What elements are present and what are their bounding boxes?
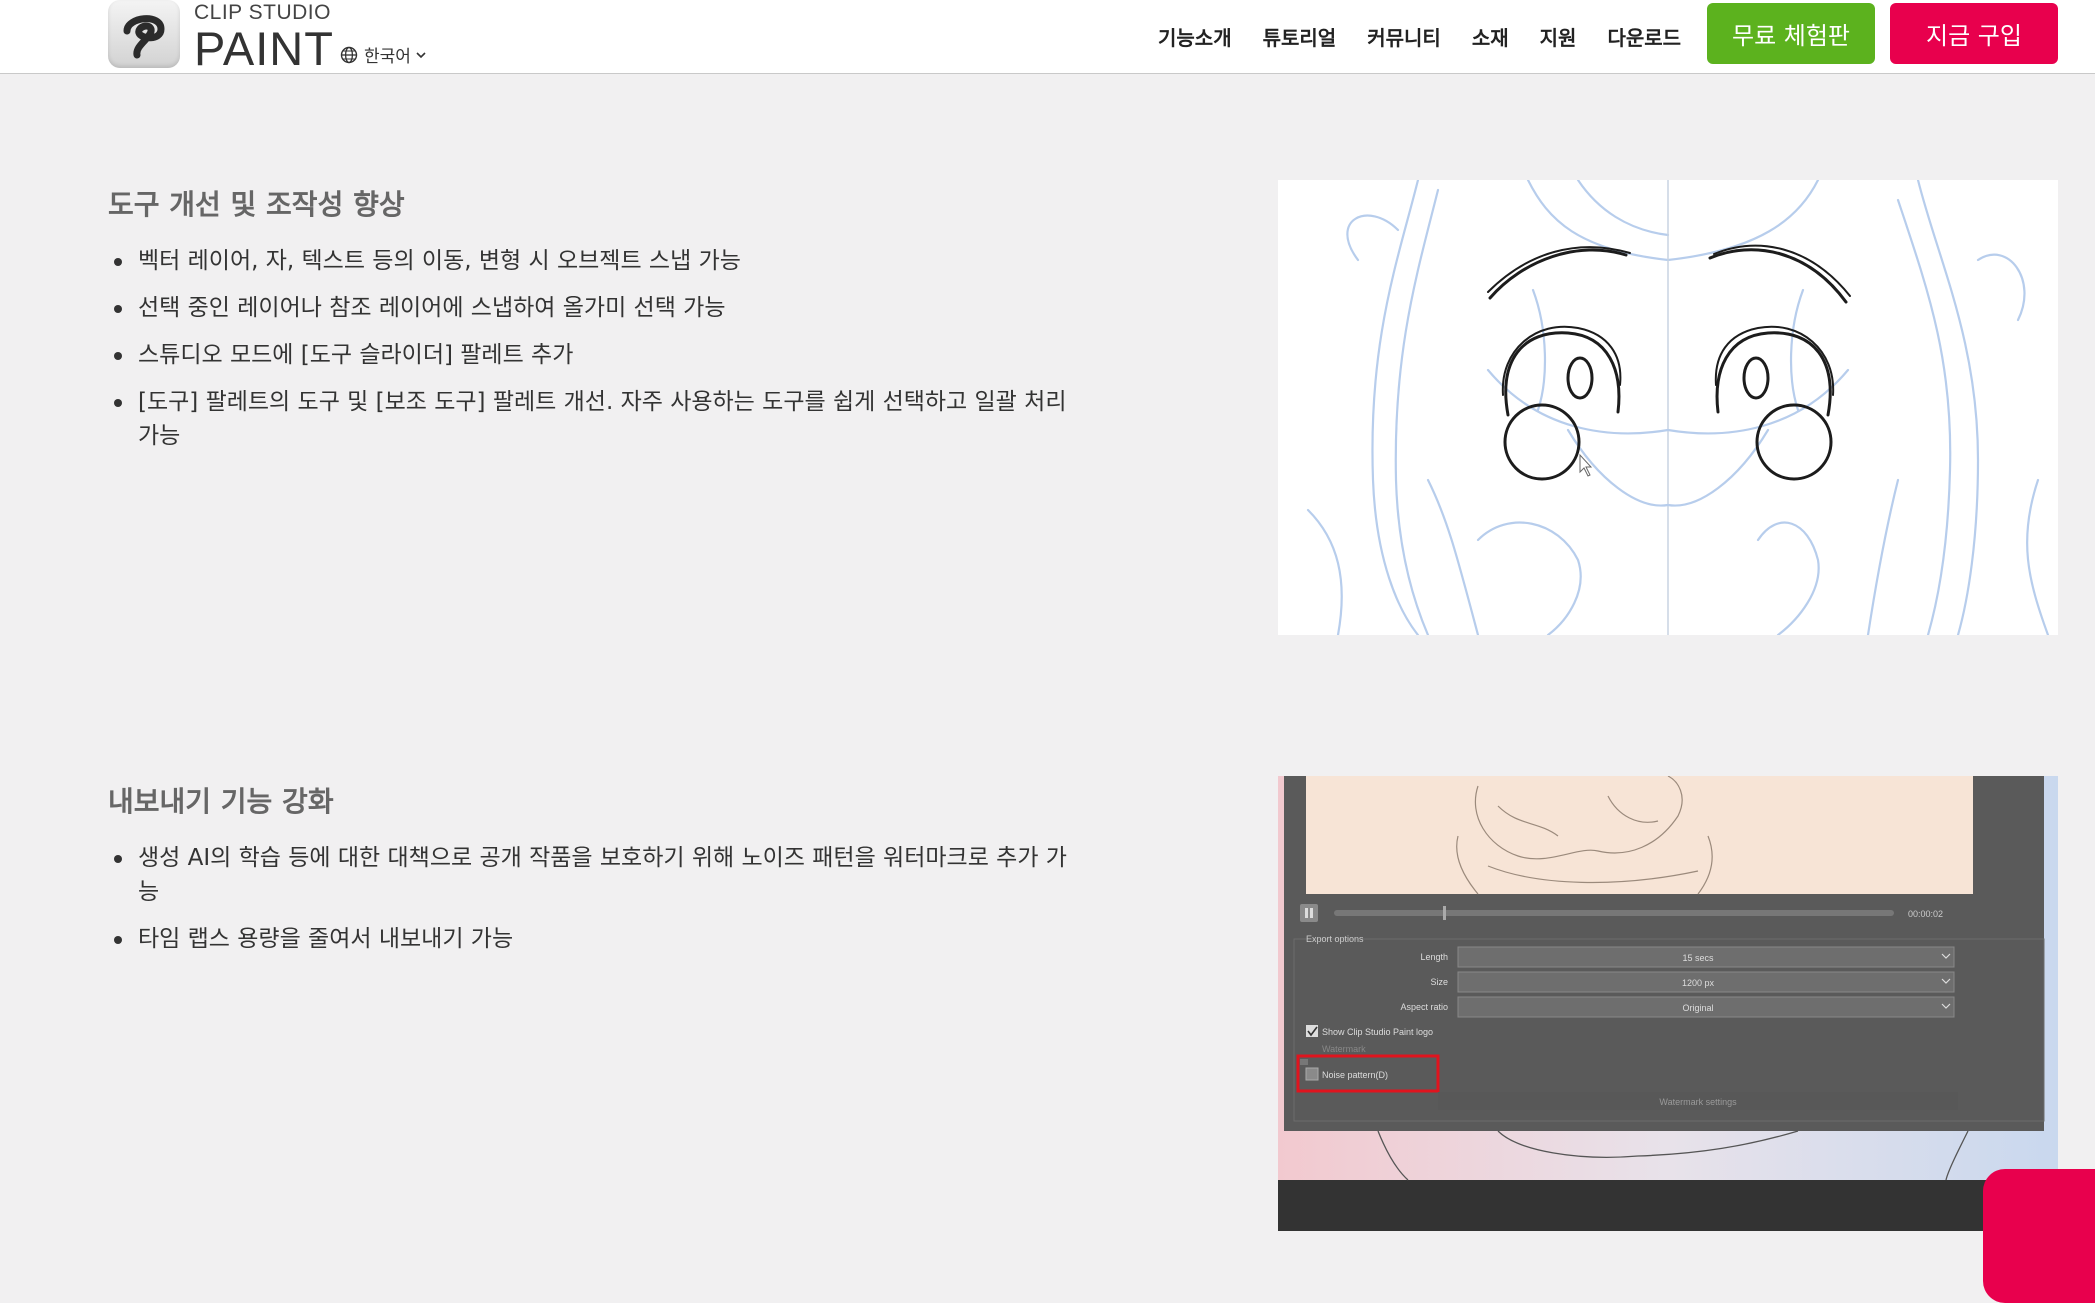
- floating-action-button[interactable]: [1983, 1169, 2095, 1303]
- feature-list-tools: 벡터 레이어, 자, 텍스트 등의 이동, 변형 시 오브젝트 스냅 가능 선택…: [108, 244, 1068, 466]
- list-item: 선택 중인 레이어나 참조 레이어에 스냅하여 올가미 선택 가능: [108, 291, 1068, 325]
- nav-item-support[interactable]: 지원: [1540, 22, 1577, 51]
- nav-item-tutorials[interactable]: 튜토리얼: [1263, 22, 1337, 51]
- aspect-ratio-label: Aspect ratio: [1400, 1002, 1448, 1012]
- list-item: 생성 AI의 학습 등에 대한 대책으로 공개 작품을 보호하기 위해 노이즈 …: [108, 841, 1068, 909]
- nav-item-community[interactable]: 커뮤니티: [1367, 22, 1441, 51]
- size-value: 1200 px: [1682, 978, 1715, 988]
- list-item: 타임 랩스 용량을 줄여서 내보내기 가능: [108, 922, 1068, 956]
- noise-pattern-checkbox[interactable]: [1305, 1067, 1319, 1081]
- language-selector[interactable]: 한국어: [340, 42, 433, 67]
- length-label: Length: [1420, 952, 1448, 962]
- brand-line-2: PAINT: [194, 22, 334, 75]
- nav-item-download[interactable]: 다운로드: [1607, 22, 1681, 51]
- list-item: [도구] 팔레트의 도구 및 [보조 도구] 팔레트 개선. 자주 사용하는 도…: [108, 385, 1068, 453]
- size-label: Size: [1430, 977, 1448, 987]
- length-value: 15 secs: [1682, 953, 1714, 963]
- noise-pattern-label: Noise pattern(D): [1322, 1070, 1388, 1080]
- snap-feature-illustration: [1278, 180, 2058, 635]
- watermark-label: Watermark: [1322, 1044, 1366, 1054]
- list-item: 벡터 레이어, 자, 텍스트 등의 이동, 변형 시 오브젝트 스냅 가능: [108, 244, 1068, 278]
- site-header: CLIP STUDIO PAINT 한국어 기능소개 튜토리얼 커뮤니티 소재 …: [0, 0, 2095, 74]
- nav-item-assets[interactable]: 소재: [1472, 22, 1509, 51]
- nav-item-features[interactable]: 기능소개: [1158, 22, 1232, 51]
- section-title-export: 내보내기 기능 강화: [108, 785, 334, 818]
- globe-icon: [340, 46, 358, 63]
- brand-logo[interactable]: CLIP STUDIO PAINT: [108, 0, 334, 75]
- playback-time: 00:00:02: [1908, 909, 1943, 919]
- brand-line-1: CLIP STUDIO: [194, 1, 331, 24]
- show-logo-label: Show Clip Studio Paint logo: [1322, 1027, 1433, 1037]
- chevron-down-icon: [416, 51, 426, 58]
- buy-now-button[interactable]: 지금 구입: [1890, 3, 2058, 64]
- feature-list-export: 생성 AI의 학습 등에 대한 대책으로 공개 작품을 보호하기 위해 노이즈 …: [108, 841, 1068, 969]
- export-dialog-screenshot: 00:00:02 Export options Length 15 secs S…: [1278, 776, 2058, 1231]
- list-item: 스튜디오 모드에 [도구 슬라이더] 팔레트 추가: [108, 338, 1068, 372]
- clip-studio-logo-icon: [108, 0, 180, 68]
- language-label: 한국어: [364, 47, 411, 67]
- section-title-tools: 도구 개선 및 조작성 향상: [108, 188, 405, 221]
- aspect-ratio-value: Original: [1682, 1003, 1713, 1013]
- free-trial-button[interactable]: 무료 체험판: [1707, 3, 1875, 64]
- watermark-settings-label: Watermark settings: [1659, 1097, 1737, 1107]
- main-nav: 기능소개 튜토리얼 커뮤니티 소재 지원 다운로드: [1158, 22, 1712, 51]
- export-options-label: Export options: [1306, 934, 1364, 944]
